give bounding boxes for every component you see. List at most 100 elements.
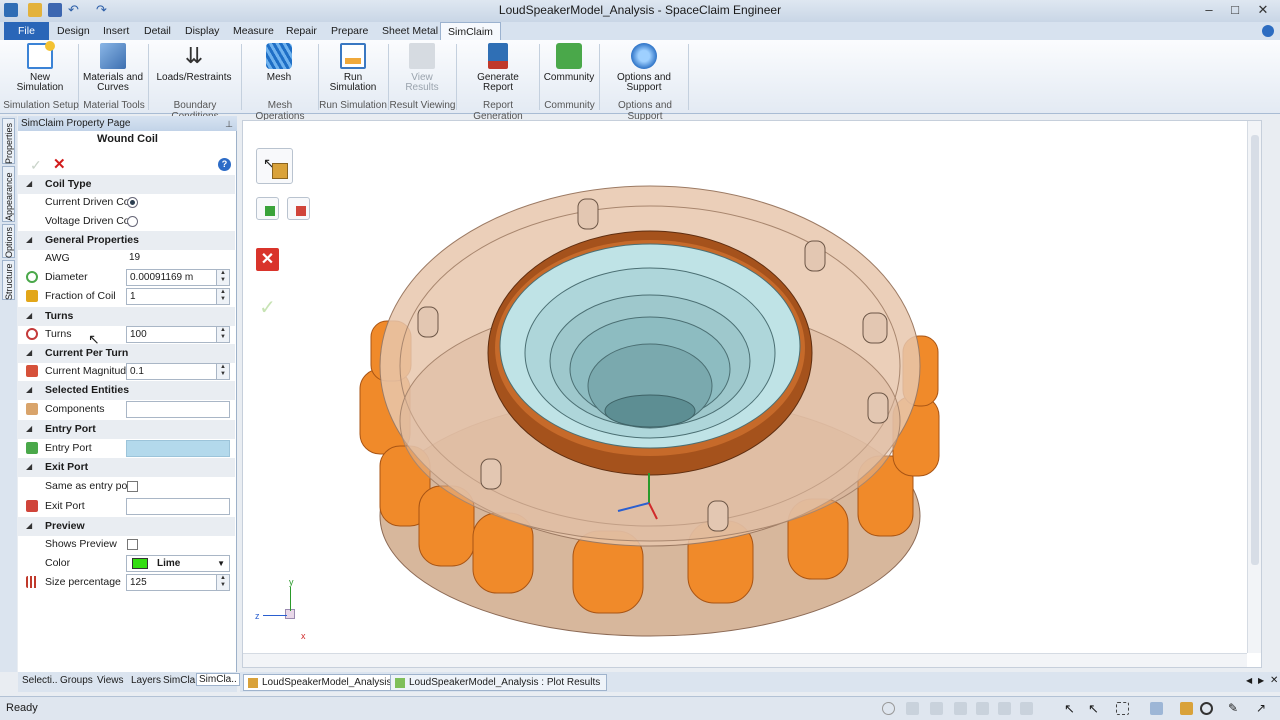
maximize-button[interactable]: □ — [1222, 2, 1248, 18]
options-support-button[interactable]: Options and Support — [612, 43, 676, 93]
category-preview[interactable]: ◢ Preview — [18, 517, 235, 536]
turns-field[interactable]: 100 ▲ ▼ — [126, 326, 230, 343]
current-spinner[interactable]: ▲ ▼ — [216, 364, 229, 379]
entry-port-field[interactable] — [126, 440, 230, 457]
turns-icon — [26, 328, 38, 340]
category-current-per-turn[interactable]: ◢ Current Per Turn — [18, 344, 235, 363]
status-grid-icon[interactable] — [906, 702, 919, 715]
tab-display[interactable]: Display — [178, 22, 226, 40]
side-tab-options[interactable]: Options — [2, 224, 15, 258]
tab-groups[interactable]: Groups — [60, 675, 93, 686]
side-tab-structure[interactable]: Structure — [2, 260, 15, 300]
vertical-scrollbar[interactable] — [1247, 121, 1261, 653]
tab-insert[interactable]: Insert — [96, 22, 136, 40]
generate-report-button[interactable]: Generate Report — [470, 43, 526, 93]
zoom-icon[interactable] — [1200, 702, 1213, 715]
doc-icon — [248, 678, 258, 688]
tab-simclaim-2[interactable]: SimCla.. — [196, 673, 240, 686]
tab-layers[interactable]: Layers — [131, 675, 161, 686]
fraction-spinner[interactable]: ▲ ▼ — [216, 289, 229, 304]
material-icon[interactable] — [1180, 702, 1193, 715]
diameter-field[interactable]: 0.00091169 m ▲ ▼ — [126, 269, 230, 286]
new-simulation-button[interactable]: New Simulation — [14, 41, 66, 93]
pencil-icon[interactable]: ✎ — [1228, 702, 1241, 715]
scroll-thumb[interactable] — [1251, 135, 1259, 565]
arrow-icon[interactable]: ↗ — [1256, 702, 1269, 715]
color-dropdown[interactable]: Lime ▼ — [126, 555, 230, 572]
status-view-icon[interactable] — [1020, 702, 1033, 715]
loudspeaker-model[interactable] — [243, 121, 1261, 667]
tab-design[interactable]: Design — [50, 22, 97, 40]
category-turns[interactable]: ◢ Turns — [18, 307, 235, 326]
close-button[interactable]: ✕ — [1250, 2, 1276, 18]
close-document-icon[interactable]: ✕ — [1270, 675, 1278, 686]
components-icon — [26, 403, 38, 415]
run-simulation-button[interactable]: Run Simulation — [325, 43, 381, 93]
voltage-driven-radio[interactable] — [127, 216, 138, 227]
same-as-entry-checkbox[interactable] — [127, 481, 138, 492]
category-exit-port[interactable]: ◢ Exit Port — [18, 458, 235, 477]
lasso-icon[interactable] — [1150, 702, 1163, 715]
current-magnitude-field[interactable]: 0.1 ▲ ▼ — [126, 363, 230, 380]
doc-tab-plot-results[interactable]: LoudSpeakerModel_Analysis : Plot Results — [390, 674, 608, 691]
horizontal-scrollbar[interactable] — [243, 653, 1247, 667]
tab-detail[interactable]: Detail — [137, 22, 178, 40]
materials-button[interactable]: Materials and Curves — [82, 43, 144, 93]
tab-scroll-right[interactable]: ▶ — [1258, 676, 1264, 685]
mesh-button[interactable]: Mesh — [255, 43, 303, 83]
side-tab-appearance[interactable]: Appearance — [2, 166, 15, 222]
pointer-icon[interactable]: ↖ — [1088, 702, 1101, 715]
turns-spinner[interactable]: ▲ ▼ — [216, 327, 229, 342]
exit-port-field[interactable] — [126, 498, 230, 515]
new-simulation-icon — [27, 41, 55, 69]
current-driven-radio[interactable] — [127, 197, 138, 208]
plot-icon — [395, 678, 405, 688]
category-selected[interactable]: ◢ Selected Entities — [18, 381, 235, 400]
tab-selection[interactable]: Selecti.. — [22, 675, 58, 686]
size-percentage-field[interactable]: 125 ▲ ▼ — [126, 574, 230, 591]
minimize-button[interactable]: – — [1196, 2, 1222, 18]
entry-port-row: Entry Port — [18, 439, 235, 458]
tab-file[interactable]: File — [4, 22, 49, 40]
tab-scroll-left[interactable]: ◀ — [1246, 676, 1252, 685]
select-mode-icon[interactable]: ↖ — [1064, 702, 1077, 715]
components-field[interactable] — [126, 401, 230, 418]
status-circle-icon[interactable] — [882, 702, 895, 715]
tab-simclaim[interactable]: SimClaim — [440, 22, 501, 40]
3d-viewport[interactable]: ↖ ✕ ✓ y z x — [242, 120, 1262, 668]
loads-restraints-button[interactable]: ⇊ Loads/Restraints — [155, 43, 233, 83]
box-select-icon[interactable] — [1116, 702, 1129, 715]
property-panel: SimClaim Property Page ⊥ Wound Coil ✓ ✕ … — [18, 116, 237, 672]
tab-repair[interactable]: Repair — [279, 22, 324, 40]
tab-views[interactable]: Views — [97, 675, 124, 686]
size-spinner[interactable]: ▲ ▼ — [216, 575, 229, 590]
chevron-down-icon: ▼ — [217, 559, 225, 568]
size-icon — [26, 576, 38, 588]
category-entry-port[interactable]: ◢ Entry Port — [18, 420, 235, 439]
fraction-field[interactable]: 1 ▲ ▼ — [126, 288, 230, 305]
tab-measure[interactable]: Measure — [226, 22, 281, 40]
info-icon[interactable]: ? — [218, 158, 231, 171]
same-as-entry-row: Same as entry port — [18, 477, 235, 496]
status-box-icon[interactable] — [930, 702, 943, 715]
mesh-icon — [266, 43, 292, 69]
check-icon[interactable]: ✓ — [30, 157, 42, 174]
status-grid2-icon[interactable] — [998, 702, 1011, 715]
view-results-button[interactable]: View Results — [396, 43, 448, 93]
cancel-icon[interactable]: ✕ — [53, 155, 66, 173]
help-icon[interactable] — [1262, 25, 1274, 37]
tab-sheet-metal[interactable]: Sheet Metal — [375, 22, 445, 40]
shows-preview-checkbox[interactable] — [127, 539, 138, 550]
awg-value[interactable]: 19 — [126, 250, 230, 267]
category-general[interactable]: ◢ General Properties — [18, 231, 235, 250]
pin-icon[interactable]: ⊥ — [225, 117, 233, 132]
category-coil-type[interactable]: ◢ Coil Type — [18, 175, 235, 194]
status-lock-icon[interactable] — [954, 702, 967, 715]
current-icon — [26, 365, 38, 377]
community-button[interactable]: Community — [543, 43, 595, 83]
status-pin-icon[interactable] — [976, 702, 989, 715]
tab-prepare[interactable]: Prepare — [324, 22, 375, 40]
side-tab-properties[interactable]: Properties — [2, 118, 15, 164]
diameter-spinner[interactable]: ▲ ▼ — [216, 270, 229, 285]
doc-tab-model[interactable]: LoudSpeakerModel_Analysis ✕ — [243, 674, 414, 691]
